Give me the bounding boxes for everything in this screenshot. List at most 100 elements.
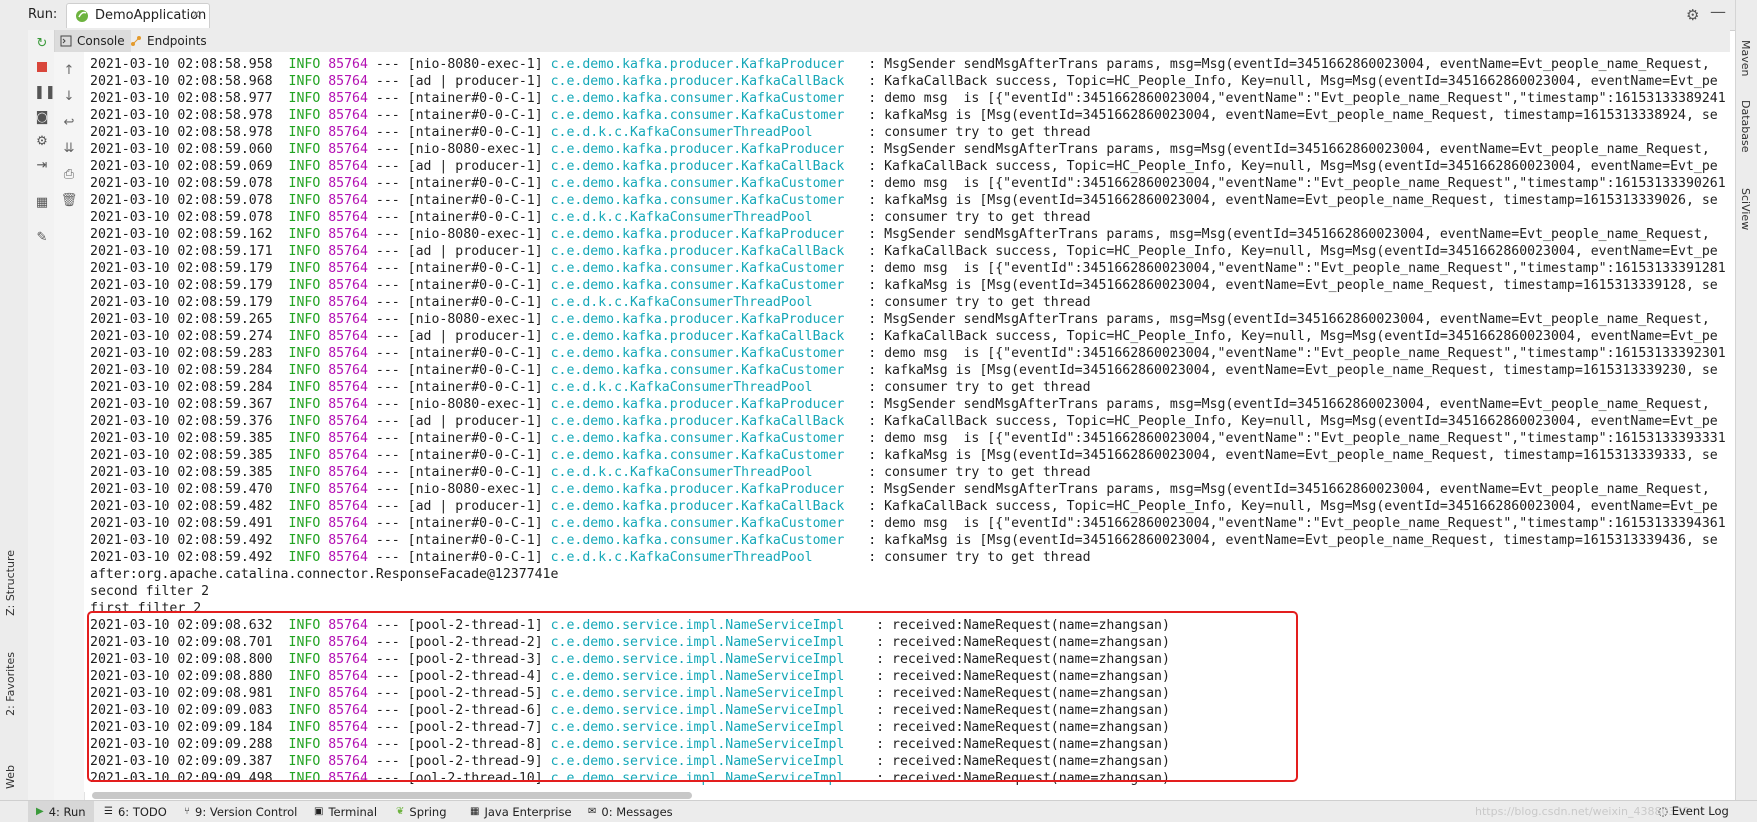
log-timestamp: 2021-03-10 02:08:59.265: [90, 312, 273, 327]
log-timestamp: 2021-03-10 02:08:58.977: [90, 91, 273, 106]
log-pid: 85764: [328, 74, 368, 89]
log-separator: ---: [375, 142, 400, 157]
close-icon[interactable]: ×: [191, 7, 201, 21]
run-tab-demoapplication[interactable]: DemoApplication ×: [66, 3, 210, 28]
log-logger: c.e.demo.kafka.producer.KafkaCallBack: [550, 159, 845, 174]
log-message: : MsgSender sendMsgAfterTrans params, ms…: [844, 482, 1710, 497]
minimize-icon[interactable]: —: [1710, 2, 1726, 21]
maven-tool-button[interactable]: Maven: [1739, 40, 1752, 76]
log-message: : KafkaCallBack success, Topic=HC_People…: [844, 74, 1718, 89]
branch-icon: ⑂: [184, 806, 190, 817]
log-level: INFO: [288, 108, 321, 123]
log-timestamp: 2021-03-10 02:08:59.385: [90, 465, 273, 480]
event-log-button[interactable]: ◌ Event Log: [1658, 804, 1729, 818]
camera-icon[interactable]: ◙: [34, 110, 50, 126]
log-timestamp: 2021-03-10 02:08:59.078: [90, 176, 273, 191]
structure-tool-button[interactable]: Z: Structure: [4, 550, 17, 616]
log-pid: 85764: [328, 108, 368, 123]
web-tool-button[interactable]: Web: [4, 765, 17, 789]
log-logger: c.e.demo.kafka.producer.KafkaCallBack: [550, 244, 845, 259]
log-message: : MsgSender sendMsgAfterTrans params, ms…: [844, 227, 1710, 242]
log-line: 2021-03-10 02:08:59.385 INFO 85764 --- […: [90, 464, 1091, 481]
log-separator: ---: [375, 397, 400, 412]
bottom-tab-spring[interactable]: ❦ Spring: [396, 801, 447, 822]
log-thread: [ntainer#0-0-C-1]: [407, 533, 543, 548]
pause-icon[interactable]: ❚❚: [34, 85, 56, 101]
log-line: 2021-03-10 02:08:59.274 INFO 85764 --- […: [90, 328, 1718, 345]
bottom-tab-terminal[interactable]: ▣ Terminal: [314, 801, 377, 822]
log-thread: [ntainer#0-0-C-1]: [407, 346, 543, 361]
log-logger: c.e.demo.kafka.consumer.KafkaCustomer: [550, 278, 845, 293]
run-header: Run: DemoApplication × ⚙ —: [0, 0, 1757, 31]
pin-icon[interactable]: ✎: [34, 230, 50, 246]
log-line: 2021-03-10 02:08:59.284 INFO 85764 --- […: [90, 379, 1091, 396]
exit-icon[interactable]: ⇥: [34, 158, 50, 174]
log-thread: [ntainer#0-0-C-1]: [407, 108, 543, 123]
tab-endpoints[interactable]: Endpoints: [124, 30, 213, 52]
log-timestamp: 2021-03-10 02:08:59.179: [90, 295, 273, 310]
log-pid: 85764: [328, 346, 368, 361]
log-line: 2021-03-10 02:08:59.265 INFO 85764 --- […: [90, 311, 1710, 328]
bottom-tab-todo[interactable]: ☰ 6: TODO: [104, 801, 167, 822]
log-line: 2021-03-10 02:08:59.385 INFO 85764 --- […: [90, 430, 1726, 447]
trash-icon[interactable]: 🗑: [60, 192, 78, 210]
bottom-tab-version-control[interactable]: ⑂ 9: Version Control: [184, 801, 297, 822]
log-separator: ---: [375, 227, 400, 242]
log-level: INFO: [288, 414, 321, 429]
right-tool-strip: Maven Database SciView: [1735, 0, 1757, 800]
log-thread: [ad | producer-1]: [407, 74, 543, 89]
log-thread: [ad | producer-1]: [407, 499, 543, 514]
log-thread: [ntainer#0-0-C-1]: [407, 261, 543, 276]
sciview-tool-button[interactable]: SciView: [1739, 188, 1752, 230]
tab-console[interactable]: Console: [54, 30, 131, 52]
gear-icon[interactable]: ⚙: [1686, 6, 1699, 24]
restore-layout-icon[interactable]: ⚙: [34, 134, 50, 150]
log-message: : MsgSender sendMsgAfterTrans params, ms…: [844, 57, 1710, 72]
log-timestamp: 2021-03-10 02:08:59.274: [90, 329, 273, 344]
down-arrow-icon[interactable]: ↓: [60, 88, 78, 106]
log-level: INFO: [288, 363, 321, 378]
bottom-tab-java-enterprise[interactable]: ▦ Java Enterprise: [470, 801, 572, 822]
log-pid: 85764: [328, 159, 368, 174]
rerun-icon[interactable]: ↻: [34, 36, 50, 52]
log-message: : MsgSender sendMsgAfterTrans params, ms…: [844, 312, 1710, 327]
log-logger: c.e.demo.kafka.consumer.KafkaCustomer: [550, 261, 845, 276]
database-tool-button[interactable]: Database: [1739, 100, 1752, 153]
log-thread: [ntainer#0-0-C-1]: [407, 448, 543, 463]
log-message: : demo msg is [{"eventId":34516628600230…: [844, 431, 1726, 446]
up-arrow-icon[interactable]: ↑: [60, 62, 78, 80]
log-logger: c.e.demo.kafka.consumer.KafkaCustomer: [550, 193, 845, 208]
terminal-icon: ▣: [314, 806, 324, 817]
log-pid: 85764: [328, 465, 368, 480]
log-timestamp: 2021-03-10 02:08:59.179: [90, 261, 273, 276]
bottom-tab-messages[interactable]: ✉ 0: Messages: [588, 801, 673, 822]
favorites-tool-button[interactable]: 2: Favorites: [4, 652, 17, 716]
log-thread: [ntainer#0-0-C-1]: [407, 465, 543, 480]
print-icon[interactable]: ⎙: [60, 166, 78, 184]
stop-icon[interactable]: [34, 61, 50, 77]
layout-icon[interactable]: ▦: [34, 195, 50, 211]
log-line: 2021-03-10 02:08:59.482 INFO 85764 --- […: [90, 498, 1718, 515]
log-pid: 85764: [328, 312, 368, 327]
log-level: INFO: [288, 380, 321, 395]
log-message: : kafkaMsg is [Msg(eventId=3451662860023…: [844, 278, 1718, 293]
log-separator: ---: [375, 91, 400, 106]
log-separator: ---: [375, 482, 400, 497]
log-message: : demo msg is [{"eventId":34516628600230…: [844, 346, 1726, 361]
log-logger: c.e.demo.kafka.consumer.KafkaCustomer: [550, 91, 845, 106]
log-pid: 85764: [328, 57, 368, 72]
bottom-tab-run[interactable]: ▶ 4: Run: [28, 801, 94, 822]
log-line: 2021-03-10 02:08:59.367 INFO 85764 --- […: [90, 396, 1710, 413]
log-level: INFO: [288, 465, 321, 480]
log-level: INFO: [288, 57, 321, 72]
log-thread: [nio-8080-exec-1]: [407, 57, 543, 72]
log-thread: [ntainer#0-0-C-1]: [407, 193, 543, 208]
log-timestamp: 2021-03-10 02:08:59.367: [90, 397, 273, 412]
log-logger: c.e.d.k.c.KafkaConsumerThreadPool: [550, 125, 813, 140]
soft-wrap-icon[interactable]: ↩: [60, 114, 78, 132]
log-logger: c.e.demo.kafka.producer.KafkaProducer: [550, 397, 845, 412]
log-message: : KafkaCallBack success, Topic=HC_People…: [844, 499, 1718, 514]
horizontal-scrollbar[interactable]: [92, 792, 692, 799]
scroll-to-end-icon[interactable]: ⇊: [60, 140, 78, 158]
log-logger: c.e.demo.kafka.producer.KafkaProducer: [550, 482, 845, 497]
